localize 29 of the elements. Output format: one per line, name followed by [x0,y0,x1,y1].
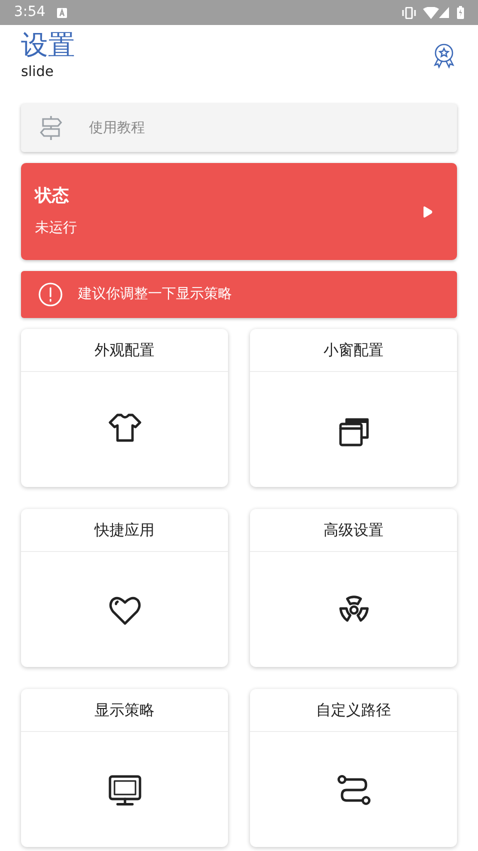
status-time: 3:54 [14,3,46,22]
signpost-icon [39,115,63,141]
settings-card[interactable]: 高级设置 [250,509,457,667]
play-icon[interactable] [422,206,433,218]
card-title: 外观配置 [94,340,154,361]
status-title: 状态 [35,185,70,208]
wifi-icon [423,6,439,18]
vibrate-icon [401,6,417,18]
alert-icon [38,282,63,307]
warning-text: 建议你调整一下显示策略 [78,285,232,304]
settings-card[interactable]: 显示策略 [21,689,228,847]
warning-banner[interactable]: 建议你调整一下显示策略 [21,271,457,318]
battery-icon [457,6,464,19]
settings-card[interactable]: 快捷应用 [21,509,228,667]
award-badge-icon[interactable] [433,43,455,69]
status-card[interactable]: 状态 未运行 [21,163,457,260]
card-title: 快捷应用 [94,520,154,541]
card-title: 高级设置 [324,520,384,541]
notification-icon [57,8,68,18]
signal-icon [439,7,449,18]
page-subtitle: slide [21,63,55,81]
card-title: 显示策略 [94,700,154,721]
settings-card[interactable]: 小窗配置 [250,329,457,487]
settings-card[interactable]: 外观配置 [21,329,228,487]
page-title: 设置 [21,29,75,63]
settings-card[interactable]: 自定义路径 [250,689,457,847]
card-title: 小窗配置 [324,340,384,361]
status-text: 未运行 [35,218,77,238]
card-title: 自定义路径 [316,700,391,721]
